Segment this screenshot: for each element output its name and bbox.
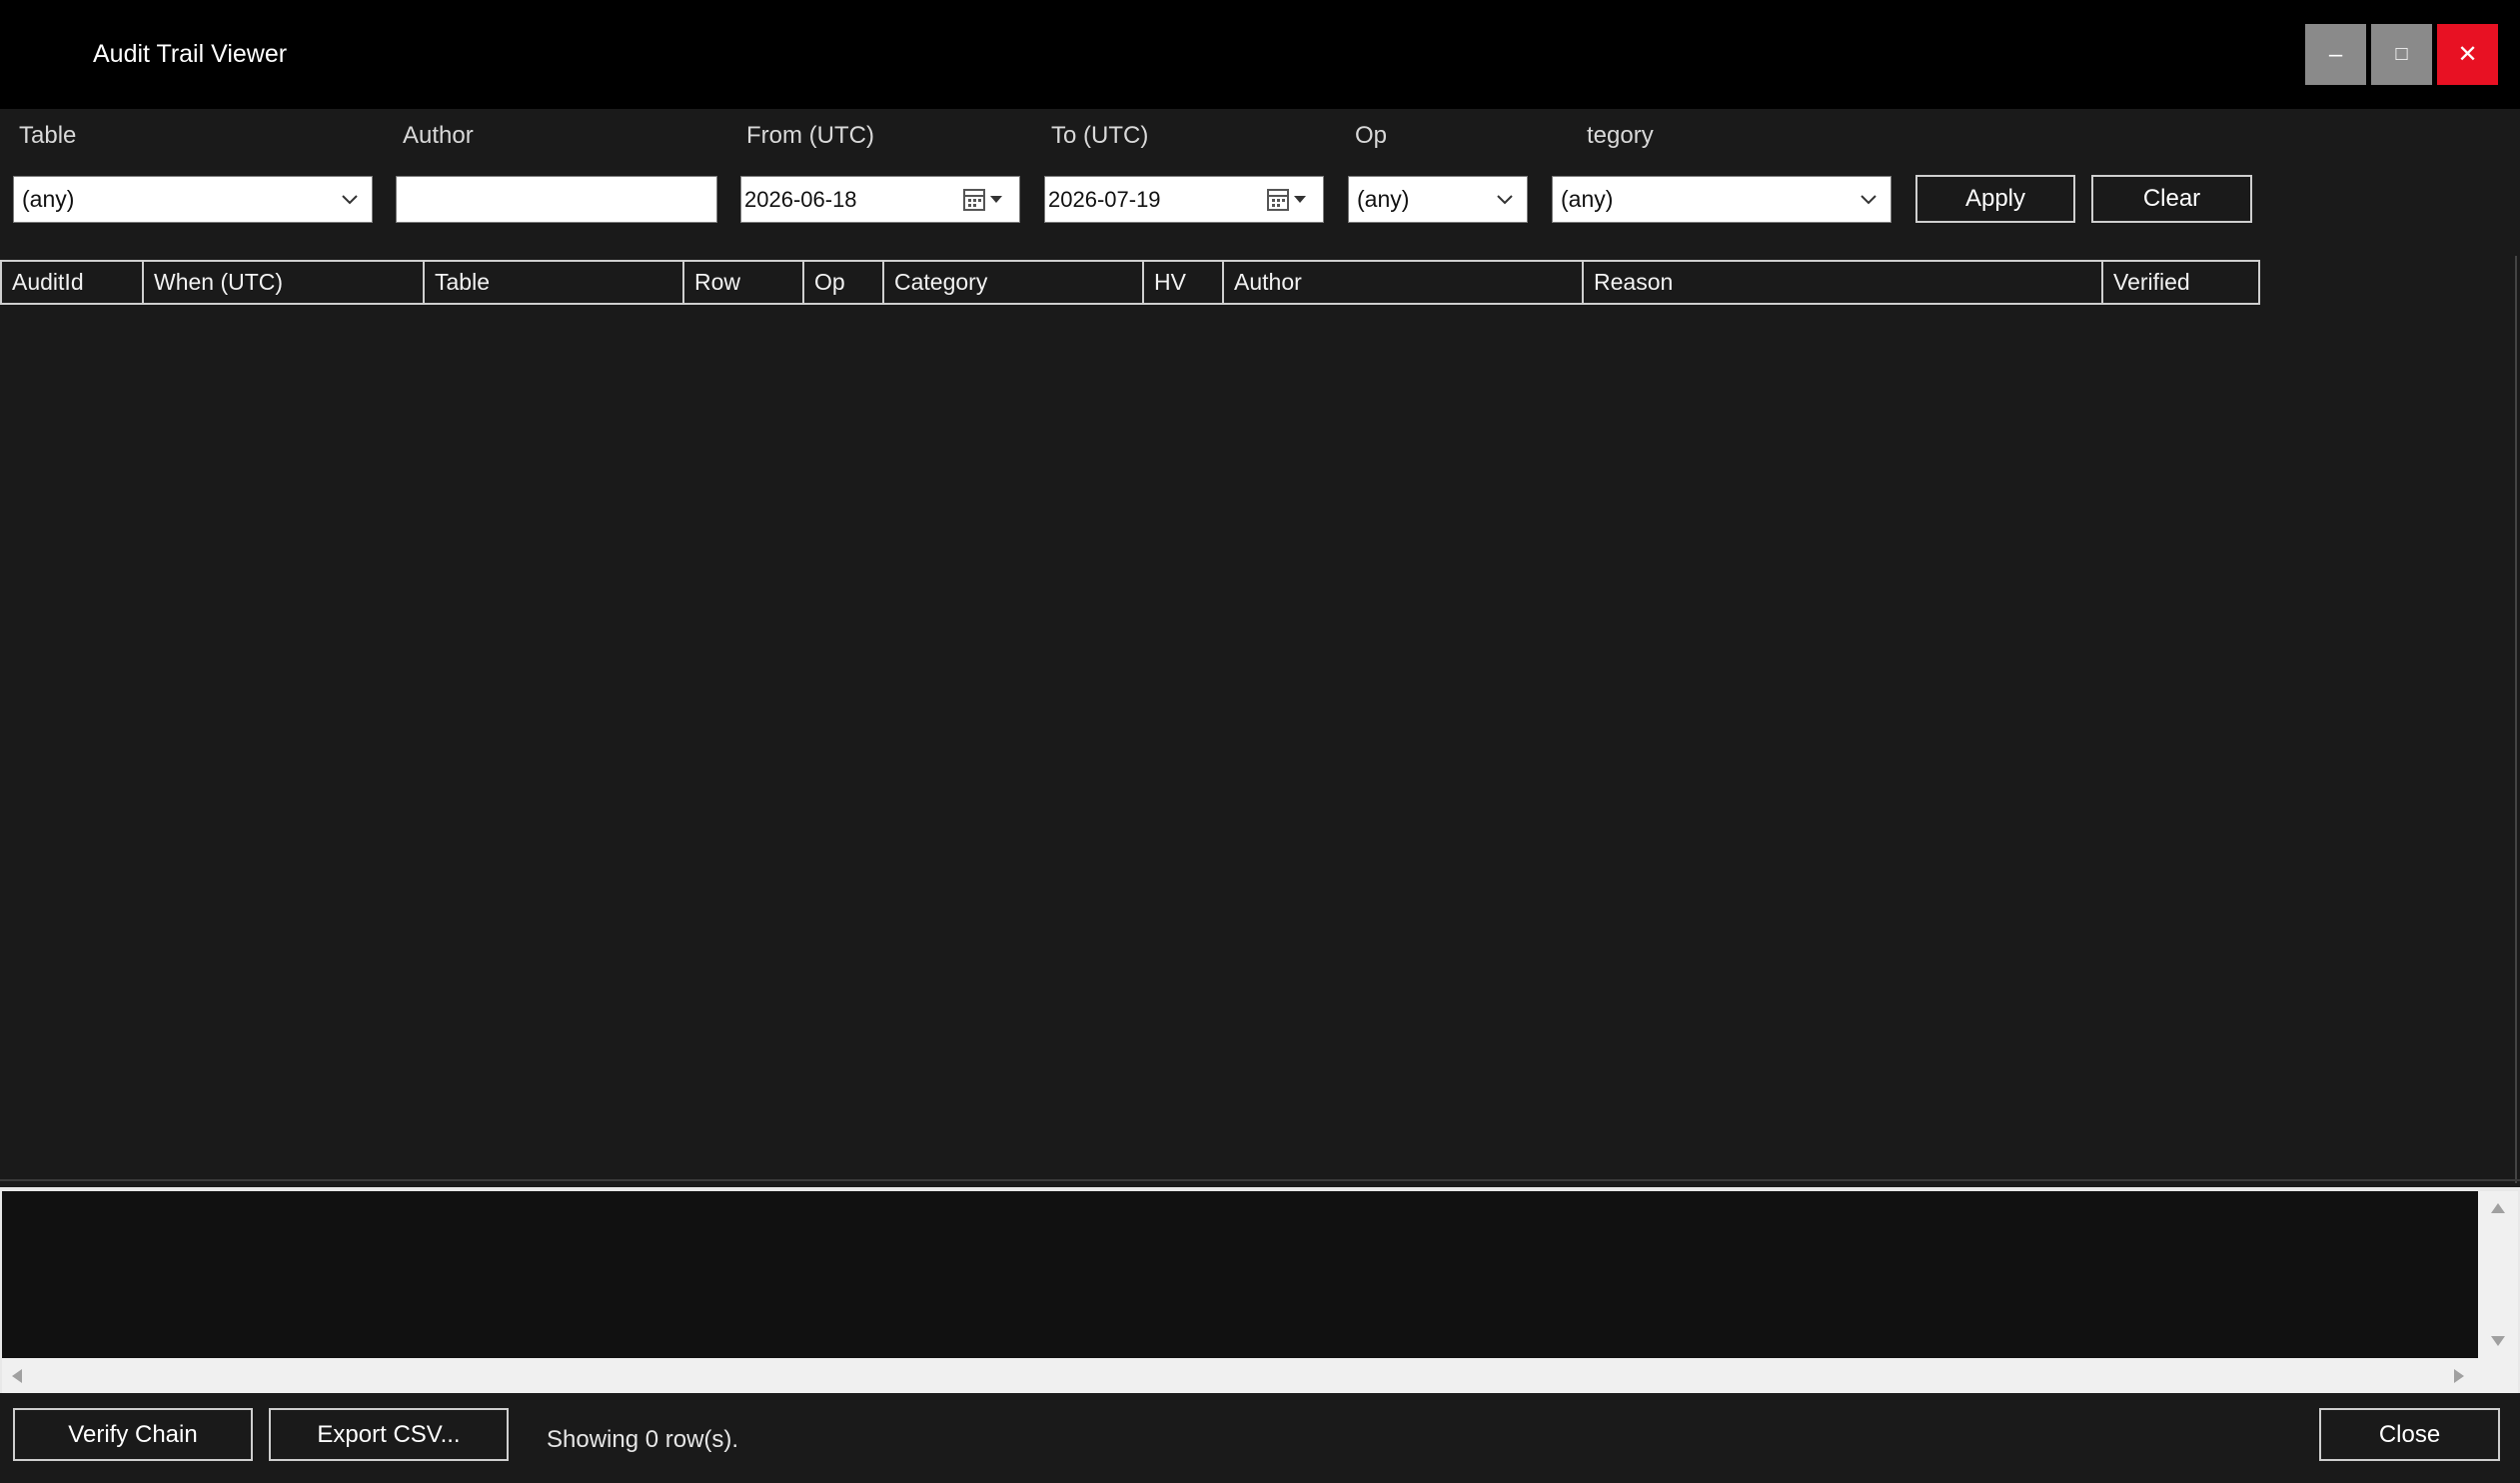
- from-date-value: 2026-06-18: [744, 186, 857, 212]
- window-title: Audit Trail Viewer: [93, 40, 288, 68]
- column-header-hv[interactable]: HV: [1142, 262, 1222, 303]
- column-header-reason[interactable]: Reason: [1582, 262, 2101, 303]
- chevron-down-icon: [342, 195, 358, 205]
- op-filter-label: Op: [1355, 122, 1388, 149]
- from-date-picker[interactable]: 2026-06-18: [740, 176, 1020, 223]
- calendar-icon: [963, 189, 1002, 211]
- category-filter-value: (any): [1561, 186, 1614, 212]
- chevron-down-icon: [1861, 195, 1877, 205]
- title-bar: [0, 0, 2520, 109]
- scroll-right-icon[interactable]: [2452, 1368, 2466, 1384]
- vertical-scrollbar[interactable]: [2478, 1191, 2518, 1358]
- scroll-down-icon[interactable]: [2490, 1334, 2506, 1348]
- scroll-left-icon[interactable]: [10, 1368, 24, 1384]
- table-filter-select[interactable]: (any): [13, 176, 373, 223]
- column-header-op[interactable]: Op: [802, 262, 882, 303]
- apply-button[interactable]: Apply: [1915, 175, 2075, 223]
- export-csv-button[interactable]: Export CSV...: [269, 1408, 509, 1461]
- scroll-up-icon[interactable]: [2490, 1201, 2506, 1215]
- minimize-button[interactable]: –: [2305, 24, 2366, 85]
- from-date-label: From (UTC): [746, 122, 874, 149]
- author-filter-label: Author: [403, 122, 474, 149]
- detail-textbox[interactable]: [2, 1191, 2478, 1358]
- column-header-table[interactable]: Table: [423, 262, 682, 303]
- table-filter-value: (any): [22, 186, 75, 212]
- table-filter-label: Table: [19, 122, 77, 149]
- column-header-auditid[interactable]: AuditId: [2, 262, 142, 303]
- maximize-button[interactable]: □: [2371, 24, 2432, 85]
- op-filter-select[interactable]: (any): [1348, 176, 1528, 223]
- op-filter-value: (any): [1357, 186, 1410, 212]
- category-filter-select[interactable]: (any): [1552, 176, 1891, 223]
- column-header-author[interactable]: Author: [1222, 262, 1582, 303]
- audit-grid[interactable]: [0, 256, 2520, 1183]
- column-header-category[interactable]: Category: [882, 262, 1142, 303]
- clear-button[interactable]: Clear: [2091, 175, 2252, 223]
- category-filter-label: tegory: [1587, 122, 1654, 149]
- to-date-picker[interactable]: 2026-07-19: [1044, 176, 1324, 223]
- close-icon: ✕: [2457, 41, 2478, 68]
- verify-chain-button[interactable]: Verify Chain: [13, 1408, 253, 1461]
- column-header-when[interactable]: When (UTC): [142, 262, 423, 303]
- calendar-icon: [1267, 189, 1306, 211]
- grid-border: [2515, 256, 2517, 1183]
- minimize-icon: –: [2328, 40, 2343, 68]
- author-filter-input[interactable]: [396, 176, 717, 223]
- horizontal-scrollbar[interactable]: [2, 1358, 2518, 1393]
- close-window-button[interactable]: ✕: [2437, 24, 2498, 85]
- column-header-verified[interactable]: Verified: [2101, 262, 2258, 303]
- to-date-value: 2026-07-19: [1048, 186, 1161, 212]
- chevron-down-icon: [1497, 195, 1513, 205]
- to-date-label: To (UTC): [1051, 122, 1149, 149]
- splitter[interactable]: [0, 1179, 2520, 1181]
- status-text: Showing 0 row(s).: [547, 1426, 739, 1453]
- maximize-icon: □: [2395, 43, 2408, 65]
- column-header-row[interactable]: Row: [682, 262, 802, 303]
- close-button[interactable]: Close: [2319, 1408, 2500, 1461]
- grid-header: AuditId When (UTC) Table Row Op Category…: [0, 260, 2260, 305]
